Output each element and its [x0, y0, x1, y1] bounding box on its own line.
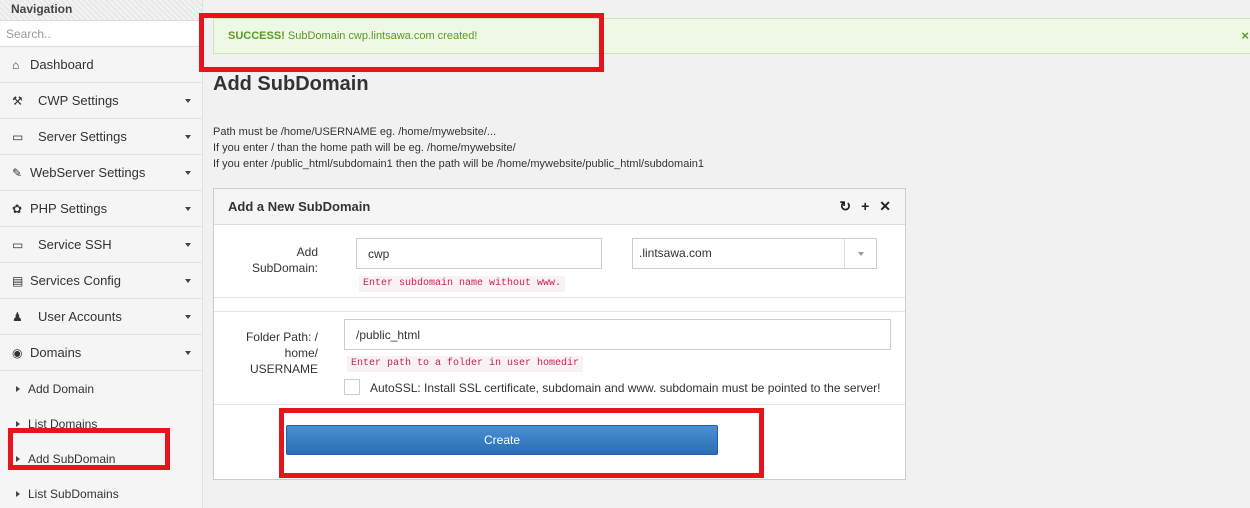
expand-icon[interactable]: +: [861, 198, 869, 214]
sidebar-subitem-label: List SubDomains: [28, 486, 119, 501]
subdomain-input[interactable]: [356, 238, 602, 269]
close-icon[interactable]: ×: [1241, 19, 1249, 53]
sidebar-item-webserver-settings[interactable]: ✎ WebServer Settings: [0, 155, 202, 191]
sidebar-item-user-accounts[interactable]: ♟ User Accounts: [0, 299, 202, 335]
autossl-label: AutoSSL: Install SSL certificate, subdom…: [370, 381, 881, 395]
sidebar-subitem-add-domain[interactable]: Add Domain: [0, 371, 202, 406]
sidebar-subitem-label: Add SubDomain: [28, 451, 116, 466]
add-subdomain-panel: Add a New SubDomain ↻ + ✕ Add SubDomain:…: [213, 188, 906, 480]
alert-status: SUCCESS!: [228, 30, 285, 42]
domain-select[interactable]: .lintsawa.com: [632, 238, 877, 269]
feather-icon: ✎: [12, 165, 23, 180]
sidebar-item-service-ssh[interactable]: ▭ Service SSH: [0, 227, 202, 263]
sidebar-item-label: Server Settings: [38, 129, 127, 144]
caret-right-icon: [16, 455, 20, 462]
sidebar-item-label: Services Config: [30, 273, 122, 288]
folder-row: Folder Path: / home/ USERNAME Enter path…: [214, 311, 905, 405]
sidebar-item-php-settings[interactable]: ✿ PHP Settings: [0, 191, 202, 227]
tools-icon: ⚒: [12, 93, 23, 108]
instructions: Path must be /home/USERNAME eg. /home/my…: [213, 124, 704, 172]
sidebar-subitem-add-subdomain[interactable]: Add SubDomain: [0, 441, 202, 476]
config-icon: ▤: [12, 273, 24, 288]
instruction-line: If you enter / than the home path will b…: [213, 142, 516, 154]
instruction-line: Path must be /home/USERNAME eg. /home/my…: [213, 126, 497, 138]
caret-down-icon: [185, 206, 191, 211]
sidebar-item-label: Dashboard: [30, 57, 94, 72]
page-title: Add SubDomain: [213, 73, 369, 95]
subdomain-row: Add SubDomain: Enter subdomain name with…: [214, 226, 905, 298]
search-input[interactable]: [0, 20, 203, 47]
sidebar-item-dashboard[interactable]: ⌂ Dashboard: [0, 47, 202, 83]
panel-header: Add a New SubDomain ↻ + ✕: [214, 189, 905, 225]
sidebar-item-server-settings[interactable]: ▭ Server Settings: [0, 119, 202, 155]
folder-label-line: home/: [284, 346, 318, 360]
success-alert: SUCCESS! SubDomain cwp.lintsawa.com crea…: [213, 18, 1250, 54]
nav-title: Navigation: [0, 0, 202, 20]
caret-right-icon: [16, 385, 20, 392]
caret-right-icon: [16, 490, 20, 497]
subdomain-hint: Enter subdomain name without www.: [359, 276, 566, 292]
globe-icon: ◉: [12, 345, 23, 360]
caret-down-icon: [185, 170, 191, 175]
sidebar-subitem-label: List Domains: [28, 416, 98, 431]
alert-message: SubDomain cwp.lintsawa.com created!: [284, 30, 478, 42]
subdomain-label-line: Add: [296, 245, 318, 259]
panel-tools: ↻ + ✕: [839, 198, 891, 214]
sidebar-item-label: Domains: [30, 345, 82, 360]
sidebar-subitem-label: Add Domain: [28, 381, 95, 396]
caret-right-icon: [16, 420, 20, 427]
close-icon[interactable]: ✕: [879, 198, 891, 214]
sidebar-item-label: WebServer Settings: [30, 165, 146, 180]
subdomain-label-line: SubDomain:: [251, 261, 318, 275]
sidebar-item-label: User Accounts: [38, 309, 122, 324]
caret-down-icon: [185, 134, 191, 139]
folder-hint: Enter path to a folder in user homedir: [347, 356, 584, 372]
instruction-line: If you enter /public_html/subdomain1 the…: [213, 158, 704, 170]
domain-select-value: .lintsawa.com: [639, 246, 712, 260]
caret-down-icon: [185, 278, 191, 283]
sidebar: Navigation ⌂ Dashboard ⚒ CWP Settings ▭ …: [0, 0, 203, 508]
subdomain-label: Add SubDomain:: [234, 244, 318, 276]
sidebar-item-label: PHP Settings: [30, 201, 108, 216]
chevron-down-icon: [858, 252, 864, 256]
caret-down-icon: [185, 242, 191, 247]
gear-icon: ✿: [12, 201, 23, 216]
sidebar-subitem-list-subdomains[interactable]: List SubDomains: [0, 476, 202, 508]
folder-path-input[interactable]: [344, 319, 891, 350]
sidebar-item-label: CWP Settings: [38, 93, 119, 108]
monitor-icon: ▭: [12, 237, 24, 252]
server-icon: ▭: [12, 129, 24, 144]
create-button[interactable]: Create: [286, 425, 718, 455]
caret-down-icon: [185, 314, 191, 319]
caret-down-icon: [185, 350, 191, 355]
user-icon: ♟: [12, 309, 23, 324]
sidebar-item-cwp-settings[interactable]: ⚒ CWP Settings: [0, 83, 202, 119]
sidebar-subitem-list-domains[interactable]: List Domains: [0, 406, 202, 441]
folder-label-line: USERNAME: [249, 362, 318, 376]
folder-label-line: Folder Path: /: [245, 330, 318, 344]
autossl-checkbox[interactable]: [344, 379, 360, 395]
home-icon: ⌂: [12, 57, 20, 72]
sidebar-item-domains[interactable]: ◉ Domains: [0, 335, 202, 371]
panel-title: Add a New SubDomain: [228, 199, 371, 214]
sidebar-item-services-config[interactable]: ▤ Services Config: [0, 263, 202, 299]
select-arrow-area: [844, 239, 876, 268]
caret-down-icon: [185, 98, 191, 103]
main-content: SUCCESS! SubDomain cwp.lintsawa.com crea…: [203, 0, 1250, 508]
sidebar-item-label: Service SSH: [38, 237, 112, 252]
refresh-icon[interactable]: ↻: [839, 198, 851, 214]
folder-label: Folder Path: / home/ USERNAME: [230, 329, 318, 377]
